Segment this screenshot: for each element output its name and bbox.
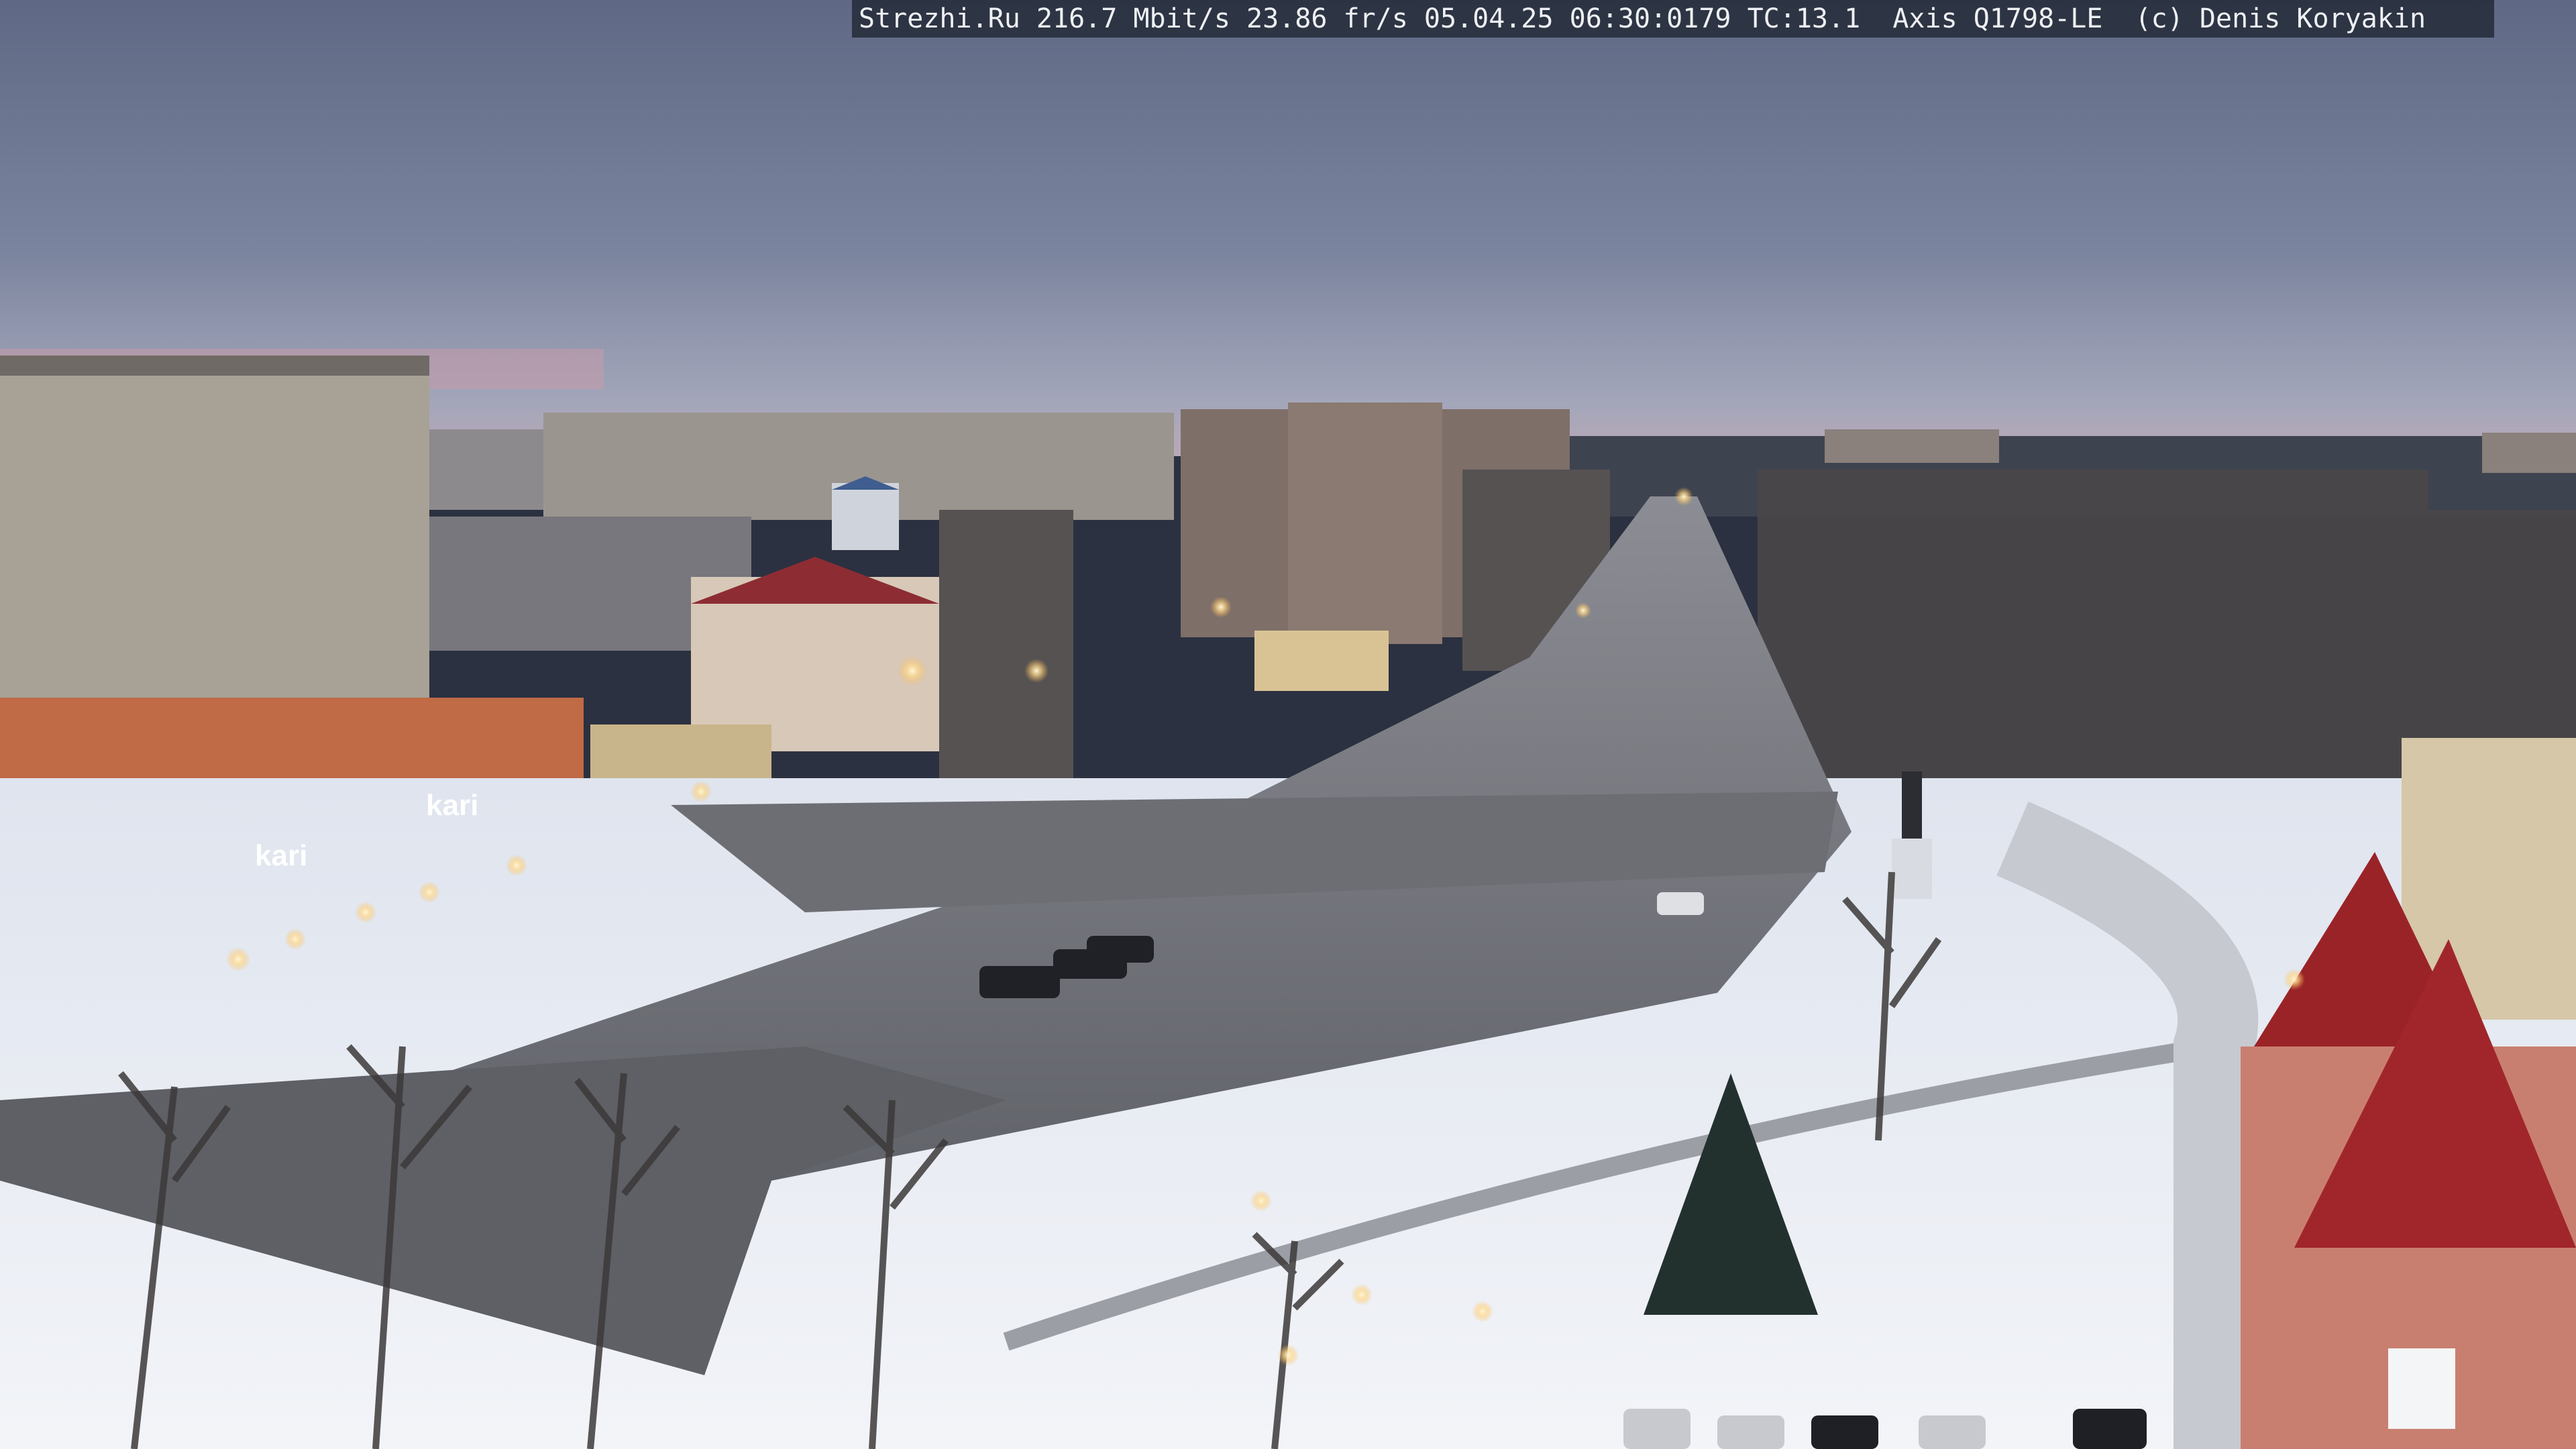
overlay-caption: Strezhi.Ru 216.7 Mbit/s 23.86 fr/s 05.04… (852, 0, 2494, 38)
overlay-camera: Axis Q1798-LE (1892, 3, 2103, 34)
overlay-fps: 23.86 fr/s (1246, 3, 1408, 34)
overlay-time: 06:30:0179 (1569, 3, 1731, 34)
store-sign-mid: kari (426, 789, 478, 822)
webcam-frame: kari kari Strezhi.Ru 216.7 Mbit/s 23.86 … (0, 0, 2576, 1449)
overlay-copyright: (c) Denis Koryakin (2135, 3, 2426, 34)
overlay-date: 05.04.25 (1424, 3, 1554, 34)
overlay-site: Strezhi.Ru (859, 3, 1020, 34)
overlay-tc: TC:13.1 (1747, 3, 1861, 34)
overlay-bitrate: 216.7 Mbit/s (1036, 3, 1230, 34)
store-sign-left: kari (255, 839, 307, 872)
city-street-scene: kari kari (0, 0, 2576, 1449)
